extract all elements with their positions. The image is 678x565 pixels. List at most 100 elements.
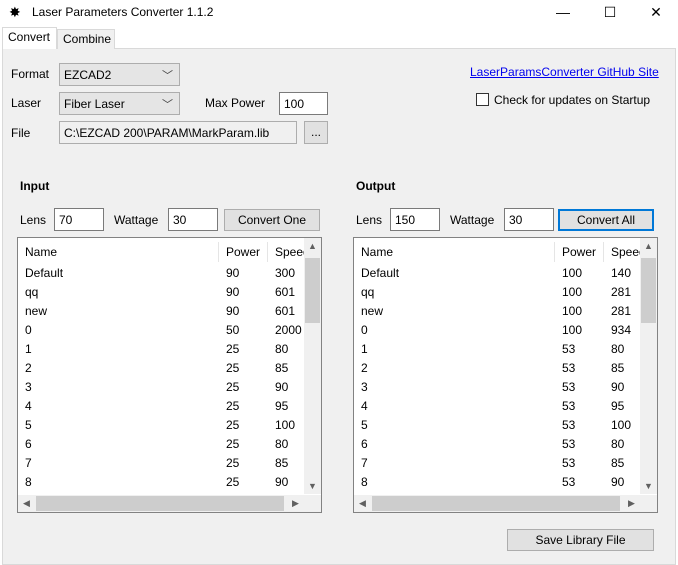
list-item[interactable]: 0 50 2000: [18, 321, 303, 340]
file-path-input[interactable]: C:\EZCAD 200\PARAM\MarkParam.lib: [59, 121, 297, 144]
browse-button[interactable]: ...: [304, 121, 328, 144]
list-item[interactable]: 3 25 90: [18, 378, 303, 397]
list-item[interactable]: 7 25 85: [18, 454, 303, 473]
column-header[interactable]: Name: [25, 245, 57, 259]
output-lens-input[interactable]: 150: [390, 208, 440, 231]
format-select[interactable]: EZCAD2 ﹀: [59, 63, 180, 86]
list-item[interactable]: qq 90 601: [18, 283, 303, 302]
cell: 3: [25, 380, 32, 394]
scroll-thumb[interactable]: [305, 258, 320, 323]
cell: 8: [361, 475, 368, 489]
maximize-button[interactable]: ☐: [587, 0, 633, 25]
input-heading: Input: [20, 179, 50, 193]
list-item[interactable]: 1 53 80: [354, 340, 639, 359]
chevron-down-icon[interactable]: ▼: [640, 481, 657, 491]
cell: 53: [562, 475, 576, 489]
cell: 8: [25, 475, 32, 489]
cell: 85: [611, 456, 625, 470]
column-header[interactable]: Name: [361, 245, 393, 259]
cell: 7: [361, 456, 368, 470]
list-item[interactable]: 8 53 90: [354, 473, 639, 492]
list-item[interactable]: 4 53 95: [354, 397, 639, 416]
horizontal-scrollbar[interactable]: ◀ ▶: [18, 495, 304, 512]
list-item[interactable]: 7 53 85: [354, 454, 639, 473]
cell: 85: [275, 361, 289, 375]
close-button[interactable]: ✕: [633, 0, 678, 25]
tab-combine[interactable]: Combine: [57, 29, 115, 49]
cell: 25: [226, 342, 240, 356]
list-item[interactable]: 2 25 85: [18, 359, 303, 378]
list-item[interactable]: Default 100 140: [354, 264, 639, 283]
cell: Default: [25, 266, 64, 280]
cell: 100: [275, 418, 296, 432]
input-list[interactable]: Name Power Speed Default 90 300 qq 90 601 new 90 60…: [17, 237, 322, 513]
list-item[interactable]: 0 100 934: [354, 321, 639, 340]
cell: 50: [226, 323, 240, 337]
cell: 25: [226, 380, 240, 394]
input-wattage-input[interactable]: 30: [168, 208, 218, 231]
list-item[interactable]: 1 25 80: [18, 340, 303, 359]
vertical-scrollbar[interactable]: ▲ ▼: [640, 238, 657, 494]
scroll-thumb[interactable]: [641, 258, 656, 323]
list-item[interactable]: Default 90 300: [18, 264, 303, 283]
input-lens-input[interactable]: 70: [54, 208, 104, 231]
input-lens-label: Lens: [20, 213, 47, 227]
chevron-right-icon[interactable]: ▶: [623, 498, 640, 509]
list-item[interactable]: 3 53 90: [354, 378, 639, 397]
laser-select[interactable]: Fiber Laser ﹀: [59, 92, 180, 115]
list-item[interactable]: 5 53 100: [354, 416, 639, 435]
chevron-down-icon: ﹀: [162, 99, 173, 111]
convert-all-button[interactable]: Convert All: [558, 209, 654, 231]
chevron-up-icon[interactable]: ▲: [304, 241, 321, 251]
cell: 6: [361, 437, 368, 451]
cell: 100: [611, 418, 632, 432]
list-item[interactable]: 2 53 85: [354, 359, 639, 378]
list-item[interactable]: 5 25 100: [18, 416, 303, 435]
column-header[interactable]: Power: [226, 245, 260, 259]
chevron-right-icon[interactable]: ▶: [287, 498, 304, 509]
chevron-down-icon[interactable]: ▼: [304, 481, 321, 491]
cell: 53: [562, 437, 576, 451]
scroll-thumb[interactable]: [36, 496, 284, 511]
save-library-button[interactable]: Save Library File: [507, 529, 654, 551]
convert-one-button[interactable]: Convert One: [224, 209, 320, 231]
list-item[interactable]: 4 25 95: [18, 397, 303, 416]
github-link[interactable]: LaserParamsConverter GitHub Site: [470, 65, 659, 79]
window-title: Laser Parameters Converter 1.1.2: [32, 5, 214, 19]
cell: 90: [611, 475, 625, 489]
cell: 53: [562, 399, 576, 413]
cell: 53: [562, 380, 576, 394]
chevron-left-icon[interactable]: ◀: [18, 498, 35, 509]
cell: 25: [226, 361, 240, 375]
max-power-input[interactable]: 100: [279, 92, 328, 115]
minimize-button[interactable]: —: [540, 0, 586, 25]
output-lens-label: Lens: [356, 213, 383, 227]
cell: 100: [562, 304, 583, 318]
scroll-thumb[interactable]: [372, 496, 620, 511]
list-item[interactable]: new 90 601: [18, 302, 303, 321]
max-power-label: Max Power: [205, 96, 266, 110]
list-item[interactable]: 6 25 80: [18, 435, 303, 454]
list-item[interactable]: 6 53 80: [354, 435, 639, 454]
cell: 95: [611, 399, 625, 413]
laser-value: Fiber Laser: [64, 97, 125, 111]
update-check-checkbox[interactable]: [476, 93, 489, 106]
column-header[interactable]: Power: [562, 245, 596, 259]
cell: 25: [226, 475, 240, 489]
cell: 4: [25, 399, 32, 413]
chevron-up-icon[interactable]: ▲: [640, 241, 657, 251]
list-item[interactable]: qq 100 281: [354, 283, 639, 302]
list-item[interactable]: new 100 281: [354, 302, 639, 321]
horizontal-scrollbar[interactable]: ◀ ▶: [354, 495, 640, 512]
list-item[interactable]: 8 25 90: [18, 473, 303, 492]
cell: 0: [25, 323, 32, 337]
output-list[interactable]: Name Power Speed Default 100 140 qq 100 281 new 10…: [353, 237, 658, 513]
output-wattage-label: Wattage: [450, 213, 495, 227]
cell: 85: [275, 456, 289, 470]
vertical-scrollbar[interactable]: ▲ ▼: [304, 238, 321, 494]
output-wattage-input[interactable]: 30: [504, 208, 554, 231]
tab-convert[interactable]: Convert: [2, 27, 57, 49]
cell: 140: [611, 266, 632, 280]
cell: 100: [562, 285, 583, 299]
chevron-left-icon[interactable]: ◀: [354, 498, 371, 509]
